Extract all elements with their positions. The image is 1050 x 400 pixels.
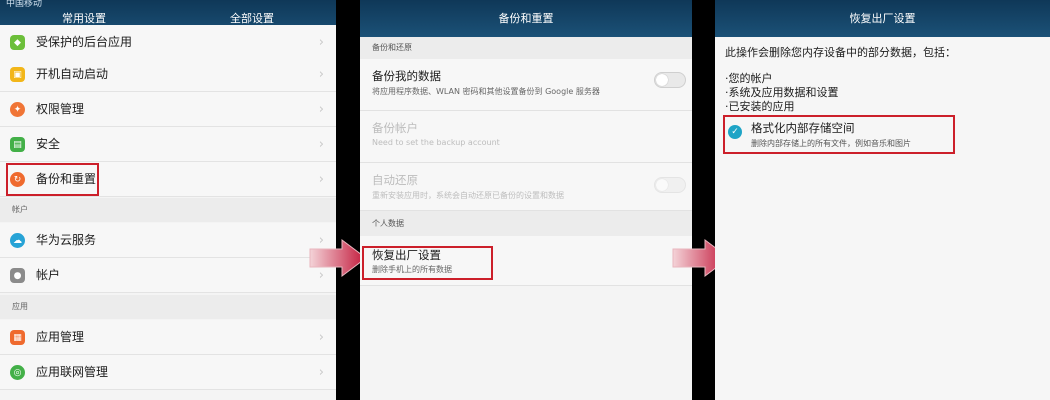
option-title: 格式化内部存储空间: [751, 121, 855, 135]
item-title: 自动还原: [372, 173, 418, 187]
list-item-label: 应用联网管理: [36, 365, 109, 379]
backup-account-item: 备份帐户 Need to set the backup account: [360, 111, 692, 163]
list-item-label: 备份和重置: [36, 172, 97, 186]
empty-area: [360, 286, 692, 400]
chevron-right-icon: ›: [318, 35, 324, 50]
factory-reset-panel: 恢复出厂设置 此操作会删除您内存设备中的部分数据，包括： ·您的帐户 ·系统及应…: [715, 0, 1050, 400]
checkmark-icon[interactable]: ✓: [728, 125, 742, 139]
page-title: 恢复出厂设置: [849, 12, 916, 25]
chevron-right-icon: ›: [318, 172, 324, 187]
chevron-right-icon: ›: [318, 330, 324, 345]
top-bar: 备份和重置: [360, 0, 692, 37]
person-icon: ●: [10, 268, 25, 283]
top-bar: 恢复出厂设置: [715, 0, 1050, 37]
bullet-installed-apps: ·已安装的应用: [725, 100, 795, 113]
chevron-right-icon: ›: [318, 102, 324, 117]
format-storage-option[interactable]: ✓ 格式化内部存储空间 删除内部存储上的所有文件，例如音乐和图片: [723, 117, 956, 153]
chevron-right-icon: ›: [318, 137, 324, 152]
chevron-right-icon: ›: [318, 67, 324, 82]
list-item-protected-apps[interactable]: ◆ 受保护的后台应用 ›: [0, 25, 336, 60]
item-title: 备份我的数据: [372, 69, 441, 83]
backup-toggle[interactable]: [654, 72, 686, 88]
factory-reset-item[interactable]: 恢复出厂设置 删除手机上的所有数据: [360, 236, 692, 286]
network-icon: ◎: [10, 365, 25, 380]
backup-reset-panel: 备份和重置 备份和还原 备份我的数据 将应用程序数据、WLAN 密码和其他设置备…: [360, 0, 692, 400]
list-item-huawei-cloud[interactable]: ☁ 华为云服务 ›: [0, 223, 336, 258]
section-header-account: 帐户: [0, 198, 336, 222]
list-item-app-management[interactable]: ▦ 应用管理 ›: [0, 320, 336, 355]
list-item-label: 开机自动启动: [36, 67, 109, 81]
list-item-label: 帐户: [36, 268, 61, 282]
permission-icon: ✦: [10, 102, 25, 117]
list-item-label: 受保护的后台应用: [36, 35, 133, 49]
list-item-permissions[interactable]: ✦ 权限管理 ›: [0, 92, 336, 127]
backup-icon: ↻: [10, 172, 25, 187]
list-item-label: 权限管理: [36, 102, 85, 116]
item-title: 备份帐户: [372, 121, 418, 135]
section-header-personal: 个人数据: [360, 211, 692, 236]
warning-text: 此操作会删除您内存设备中的部分数据，包括：: [725, 46, 956, 59]
list-item-backup-reset[interactable]: ↻ 备份和重置 ›: [0, 162, 336, 197]
backup-my-data-item[interactable]: 备份我的数据 将应用程序数据、WLAN 密码和其他设置备份到 Google 服务…: [360, 59, 692, 111]
list-item-auto-start[interactable]: ▣ 开机自动启动 ›: [0, 57, 336, 92]
auto-restore-toggle: [654, 177, 686, 193]
item-subtitle: 删除手机上的所有数据: [372, 265, 452, 274]
item-subtitle: Need to set the backup account: [372, 138, 500, 147]
list-item-accounts[interactable]: ● 帐户 ›: [0, 258, 336, 293]
settings-panel: 中国移动 常用设置 全部设置 ◆ 受保护的后台应用 › ▣ 开机自动启动 › ✦…: [0, 0, 336, 400]
shield-app-icon: ◆: [10, 35, 25, 50]
list-item-label: 应用管理: [36, 330, 85, 344]
page-title: 备份和重置: [498, 12, 554, 25]
section-header-backup: 备份和还原: [360, 37, 692, 59]
list-item-network-management[interactable]: ◎ 应用联网管理 ›: [0, 355, 336, 390]
item-subtitle: 将应用程序数据、WLAN 密码和其他设置备份到 Google 服务器: [372, 87, 600, 96]
lock-icon: ▤: [10, 137, 25, 152]
option-subtitle: 删除内部存储上的所有文件，例如音乐和图片: [751, 139, 911, 148]
app-grid-icon: ▦: [10, 330, 25, 345]
list-item-label: 安全: [36, 137, 61, 151]
cloud-icon: ☁: [10, 233, 25, 248]
arrow-right-icon: [309, 239, 367, 277]
auto-restore-item: 自动还原 重新安装应用时，系统会自动还原已备份的设置和数据: [360, 163, 692, 211]
chevron-right-icon: ›: [318, 365, 324, 380]
power-on-icon: ▣: [10, 67, 25, 82]
section-header-apps: 应用: [0, 295, 336, 319]
item-title: 恢复出厂设置: [372, 248, 441, 262]
list-item-label: 华为云服务: [36, 233, 97, 247]
list-item-security[interactable]: ▤ 安全 ›: [0, 127, 336, 162]
item-subtitle: 重新安装应用时，系统会自动还原已备份的设置和数据: [372, 191, 564, 200]
